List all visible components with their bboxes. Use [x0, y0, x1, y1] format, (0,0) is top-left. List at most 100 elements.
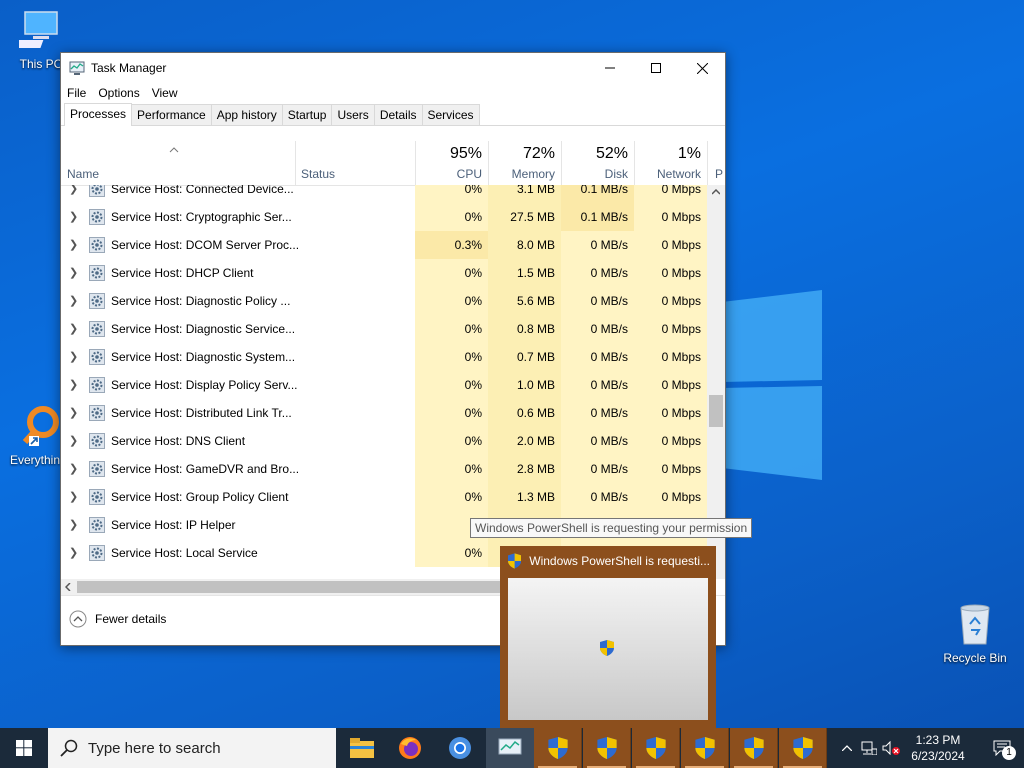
column-network[interactable]: 1% Network: [634, 141, 708, 185]
maximize-button[interactable]: [633, 53, 679, 83]
taskbar: Type here to search 1:23 PM 6/23/2024 1: [0, 728, 1024, 768]
gear-icon: [89, 265, 105, 281]
tab-processes[interactable]: Processes: [64, 103, 133, 126]
taskbar-uac-prompt[interactable]: [534, 728, 582, 768]
memory-total: 72%: [522, 145, 555, 162]
expand-chevron-icon[interactable]: ❯: [69, 399, 78, 427]
tab-app-history[interactable]: App history: [210, 104, 283, 125]
taskbar-uac-prompt[interactable]: [632, 728, 680, 768]
column-status-label: Status: [301, 167, 336, 181]
scroll-left-icon: [65, 583, 71, 591]
column-cpu[interactable]: 95% CPU: [415, 141, 489, 185]
uac-shield-icon: [645, 737, 666, 759]
taskbar-tooltip: Windows PowerShell is requesting your pe…: [470, 518, 753, 538]
network-total: 1%: [677, 145, 701, 162]
expand-chevron-icon[interactable]: ❯: [69, 343, 78, 371]
tab-services[interactable]: Services: [421, 104, 480, 125]
process-row[interactable]: ❯ Service Host: DCOM Server Proc... 0.3% 8.…: [61, 231, 707, 259]
expand-chevron-icon[interactable]: ❯: [69, 259, 78, 287]
expand-chevron-icon[interactable]: ❯: [69, 483, 78, 511]
taskbar-uac-prompt[interactable]: [681, 728, 729, 768]
process-disk-cell: 0.1 MB/s: [561, 203, 634, 231]
process-row[interactable]: ❯ Service Host: Display Policy Serv... 0% 1…: [61, 371, 707, 399]
expand-chevron-icon[interactable]: ❯: [69, 231, 78, 259]
minimize-button[interactable]: [587, 53, 633, 83]
process-row[interactable]: ❯ Service Host: Distributed Link Tr... 0% 0…: [61, 399, 707, 427]
process-row[interactable]: ❯ Service Host: Connected Device... 0% 3.1 …: [61, 185, 707, 203]
process-disk-cell: 0 MB/s: [561, 427, 634, 455]
tab-users[interactable]: Users: [331, 104, 375, 125]
expand-chevron-icon[interactable]: ❯: [69, 511, 78, 539]
title-bar[interactable]: Task Manager: [61, 53, 725, 83]
action-center-button[interactable]: 1: [980, 728, 1024, 768]
process-disk-cell: 0 MB/s: [561, 287, 634, 315]
menu-options[interactable]: Options: [98, 86, 139, 100]
start-button[interactable]: [0, 728, 48, 768]
column-power[interactable]: P: [707, 141, 725, 185]
desktop-icon-recycle-bin[interactable]: Recycle Bin: [936, 602, 1014, 665]
process-memory-cell: 0.8 MB: [488, 315, 561, 343]
menu-bar: File Options View: [61, 83, 725, 103]
expand-chevron-icon[interactable]: ❯: [69, 539, 78, 567]
process-network-cell: 0 Mbps: [634, 399, 707, 427]
column-header-row: Name Status 95% CPU 72% Memory 52% Disk …: [61, 141, 725, 186]
taskbar-firefox[interactable]: [386, 728, 434, 768]
cpu-label: CPU: [456, 167, 482, 181]
system-clock[interactable]: 1:23 PM 6/23/2024: [898, 728, 978, 768]
tab-details[interactable]: Details: [373, 104, 423, 125]
expand-chevron-icon[interactable]: ❯: [69, 371, 78, 399]
network-label: Network: [656, 167, 701, 181]
expand-chevron-icon[interactable]: ❯: [69, 203, 78, 231]
column-status[interactable]: Status: [295, 141, 416, 185]
close-button[interactable]: [679, 53, 725, 83]
tray-overflow-button[interactable]: [836, 728, 858, 768]
process-row[interactable]: ❯ Service Host: Diagnostic System... 0% 0.7…: [61, 343, 707, 371]
process-memory-cell: 1.0 MB: [488, 371, 561, 399]
taskbar-uac-prompt[interactable]: [583, 728, 631, 768]
taskbar-uac-prompt[interactable]: [779, 728, 827, 768]
process-network-cell: 0 Mbps: [634, 287, 707, 315]
expand-chevron-icon[interactable]: ❯: [69, 427, 78, 455]
menu-file[interactable]: File: [67, 86, 86, 100]
fewer-details-button[interactable]: Fewer details: [69, 610, 166, 628]
process-row[interactable]: ❯ Service Host: DNS Client 0% 2.0 MB 0 MB/s 0…: [61, 427, 707, 455]
process-name: Service Host: Distributed Link Tr...: [111, 406, 292, 420]
disk-total: 52%: [595, 145, 628, 162]
process-cpu-cell: 0%: [415, 483, 488, 511]
column-name[interactable]: Name: [61, 141, 296, 185]
horizontal-scroll-thumb[interactable]: [77, 581, 537, 593]
expand-chevron-icon[interactable]: ❯: [69, 185, 78, 203]
taskbar-task-manager[interactable]: [486, 728, 534, 768]
process-memory-cell: 0.6 MB: [488, 399, 561, 427]
chevron-up-icon: [842, 745, 852, 751]
process-row[interactable]: ❯ Service Host: Cryptographic Ser... 0% 27.…: [61, 203, 707, 231]
process-row[interactable]: ❯ Service Host: DHCP Client 0% 1.5 MB 0 MB/s…: [61, 259, 707, 287]
expand-chevron-icon[interactable]: ❯: [69, 455, 78, 483]
tab-performance[interactable]: Performance: [131, 104, 212, 125]
column-memory[interactable]: 72% Memory: [488, 141, 562, 185]
process-row[interactable]: ❯ Service Host: Diagnostic Service... 0% 0.…: [61, 315, 707, 343]
tab-startup[interactable]: Startup: [281, 104, 333, 125]
column-disk[interactable]: 52% Disk: [561, 141, 635, 185]
process-name: Service Host: Diagnostic System...: [111, 350, 296, 364]
taskbar-uac-prompt[interactable]: [730, 728, 778, 768]
menu-view[interactable]: View: [152, 86, 178, 100]
taskbar-thumbnail-preview[interactable]: Windows PowerShell is requesti...: [500, 546, 716, 728]
taskbar-chrome[interactable]: [436, 728, 484, 768]
vertical-scroll-thumb[interactable]: [709, 395, 723, 427]
power-label: P: [715, 167, 724, 181]
process-row[interactable]: ❯ Service Host: Group Policy Client 0% 1.3 …: [61, 483, 707, 511]
expand-chevron-icon[interactable]: ❯: [69, 287, 78, 315]
taskbar-file-explorer[interactable]: [338, 728, 386, 768]
gear-icon: [89, 377, 105, 393]
process-row[interactable]: ❯ Service Host: Diagnostic Policy ... 0% 5.…: [61, 287, 707, 315]
search-icon: [60, 739, 78, 757]
expand-chevron-icon[interactable]: ❯: [69, 315, 78, 343]
tray-network[interactable]: [858, 728, 880, 768]
taskbar-search-box[interactable]: Type here to search: [48, 728, 336, 768]
process-name: Service Host: Cryptographic Ser...: [111, 210, 292, 224]
process-cpu-cell: 0.3%: [415, 231, 488, 259]
process-row[interactable]: ❯ Service Host: GameDVR and Bro... 0% 2.8 M…: [61, 455, 707, 483]
computer-icon: [12, 11, 58, 48]
clock-date: 6/23/2024: [911, 749, 965, 763]
